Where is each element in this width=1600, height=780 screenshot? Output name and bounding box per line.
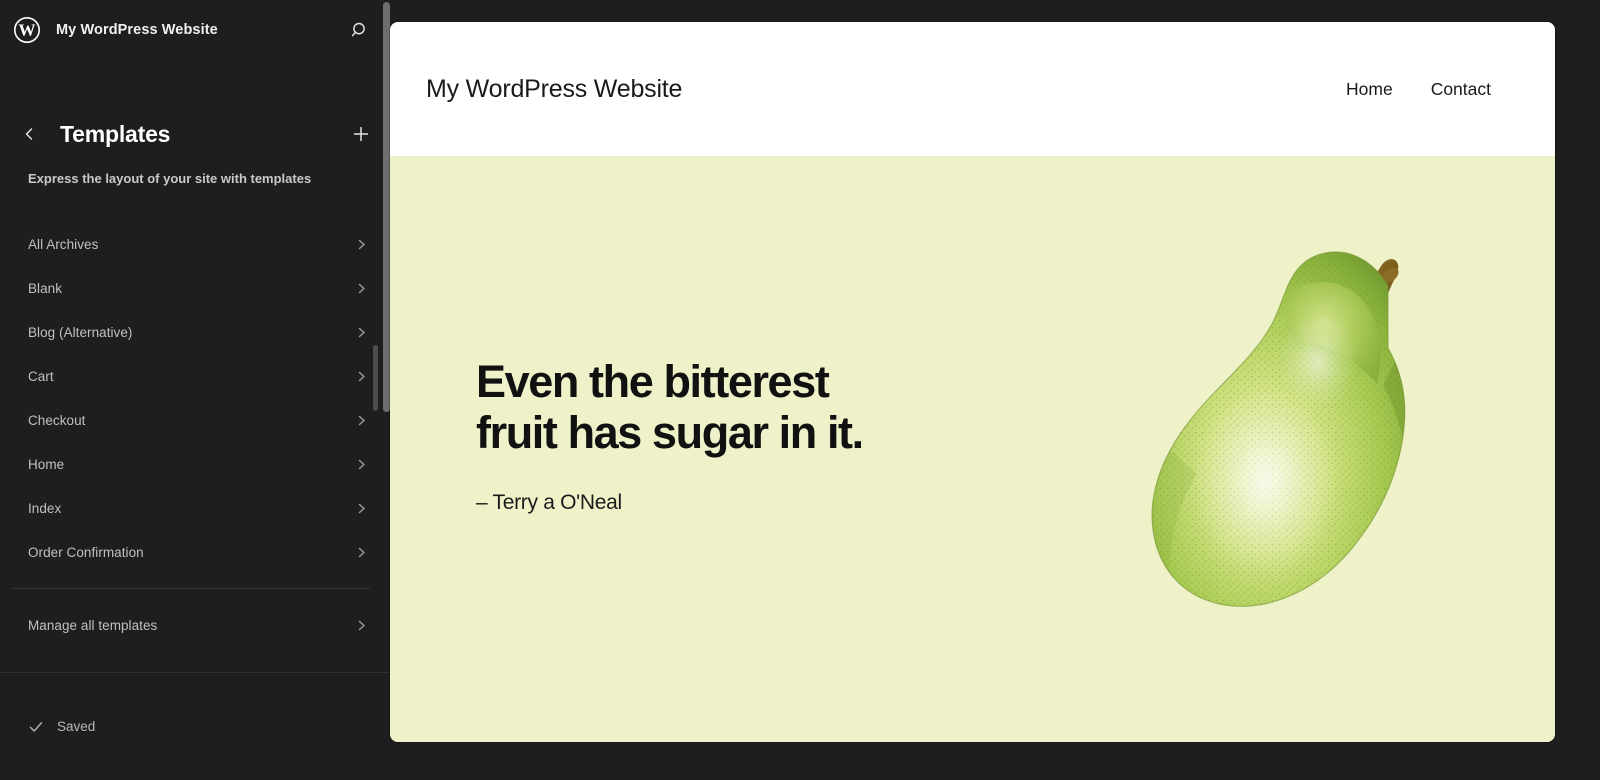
svg-text:W: W xyxy=(19,21,36,40)
hero-quote: Even the bitterest fruit has sugar in it… xyxy=(476,356,864,459)
chevron-right-icon xyxy=(355,370,368,383)
sidebar-item-order-confirmation[interactable]: Order Confirmation xyxy=(0,530,390,574)
chevron-right-icon xyxy=(355,458,368,471)
sidebar-item-all-archives[interactable]: All Archives xyxy=(0,222,390,266)
chevron-left-icon[interactable] xyxy=(14,119,44,149)
panel-subtitle: Express the layout of your site with tem… xyxy=(28,171,312,186)
hero-citation: – Terry a O'Neal xyxy=(476,490,622,514)
list-item-label: Cart xyxy=(28,368,54,384)
chevron-right-icon xyxy=(355,546,368,559)
hero-text-block: Even the bitterest fruit has sugar in it… xyxy=(476,356,906,515)
nav-link-home[interactable]: Home xyxy=(1346,79,1393,100)
template-list-scrollbar[interactable] xyxy=(373,345,378,411)
sidebar-item-home[interactable]: Home xyxy=(0,442,390,486)
plus-icon[interactable] xyxy=(346,119,376,149)
preview-hero-section: Even the bitterest fruit has sugar in it… xyxy=(390,156,1555,742)
sidebar-item-checkout[interactable]: Checkout xyxy=(0,398,390,442)
site-title: My WordPress Website xyxy=(56,22,218,38)
editor-sidebar: W My WordPress Website Templates Express… xyxy=(0,0,390,780)
check-icon xyxy=(28,719,44,735)
template-list: All Archives Blank Blog (Alternative) Ca… xyxy=(0,222,390,574)
list-item-label: Blank xyxy=(28,280,63,296)
sidebar-site-header: W My WordPress Website xyxy=(0,0,390,60)
nav-link-contact[interactable]: Contact xyxy=(1431,79,1491,100)
preview-canvas-area: My WordPress Website Home Contact Even t… xyxy=(390,0,1600,780)
chevron-right-icon xyxy=(355,282,368,295)
pear-illustration-image xyxy=(1145,228,1445,648)
template-list-wrap: All Archives Blank Blog (Alternative) Ca… xyxy=(0,222,390,647)
list-item-label: Checkout xyxy=(28,412,86,428)
list-item-label: Manage all templates xyxy=(28,617,158,633)
sidebar-item-cart[interactable]: Cart xyxy=(0,354,390,398)
sidebar-item-blog-alternative[interactable]: Blog (Alternative) xyxy=(0,310,390,354)
sidebar-scrollbar[interactable] xyxy=(383,2,390,412)
wordpress-logo-icon[interactable]: W xyxy=(12,15,42,45)
save-status-button[interactable]: Saved xyxy=(28,719,95,735)
preview-site-brand: My WordPress Website xyxy=(426,74,683,103)
sidebar-item-index[interactable]: Index xyxy=(0,486,390,530)
list-item-label: Home xyxy=(28,456,65,472)
list-item-label: Order Confirmation xyxy=(28,544,144,560)
list-divider xyxy=(12,588,370,590)
search-icon[interactable] xyxy=(344,14,376,46)
page-title: Templates xyxy=(60,120,171,147)
manage-list: Manage all templates xyxy=(0,603,390,647)
templates-panel-header: Templates xyxy=(0,112,390,156)
chevron-right-icon xyxy=(355,502,368,515)
chevron-right-icon xyxy=(355,238,368,251)
preview-site-header: My WordPress Website Home Contact xyxy=(390,22,1555,156)
status-badge: Saved xyxy=(57,719,96,734)
list-item-label: Index xyxy=(28,500,62,516)
list-item-label: Blog (Alternative) xyxy=(28,324,133,340)
sidebar-item-manage-all-templates[interactable]: Manage all templates xyxy=(0,603,390,647)
sidebar-footer: Saved xyxy=(0,672,390,780)
sidebar-item-blank[interactable]: Blank xyxy=(0,266,390,310)
chevron-right-icon xyxy=(355,619,368,632)
site-preview-frame[interactable]: My WordPress Website Home Contact Even t… xyxy=(390,22,1555,742)
chevron-right-icon xyxy=(355,414,368,427)
list-item-label: All Archives xyxy=(28,236,99,252)
preview-nav: Home Contact xyxy=(1346,79,1491,100)
site-editor-app: W My WordPress Website Templates Express… xyxy=(0,0,1600,780)
chevron-right-icon xyxy=(355,326,368,339)
